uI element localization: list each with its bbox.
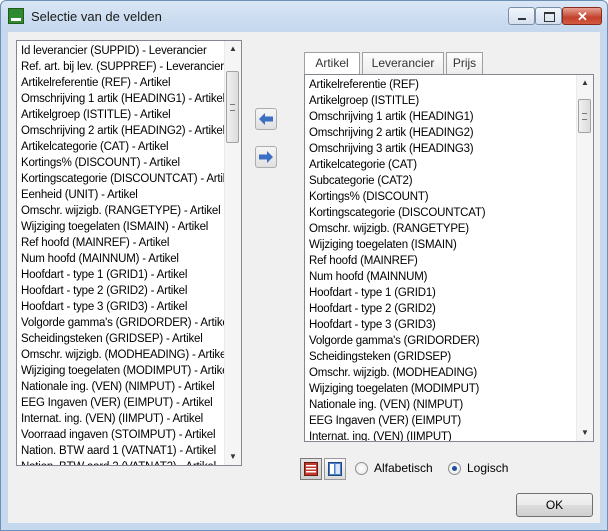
detail-view-button[interactable]: [324, 458, 346, 480]
available-fields-list[interactable]: Id leverancier (SUPPID) - Leverancier Ref…: [16, 40, 242, 466]
available-fields-scrollbar[interactable]: ▲ ▼: [224, 41, 241, 465]
list-item[interactable]: Hoofdart - type 1 (GRID1): [307, 285, 576, 301]
list-item[interactable]: Subcategorie (CAT2): [307, 173, 576, 189]
list-item[interactable]: Id leverancier (SUPPID) - Leverancier: [19, 43, 224, 59]
list-item[interactable]: Hoofdart - type 2 (GRID2): [307, 301, 576, 317]
logisch-label[interactable]: Logisch: [467, 461, 508, 475]
list-item[interactable]: Scheidingsteken (GRIDSEP): [307, 349, 576, 365]
selected-fields-list[interactable]: Artikelreferentie (REF) Artikelgroep (IST…: [304, 74, 594, 442]
minimize-button[interactable]: [508, 7, 535, 25]
available-fields-items: Id leverancier (SUPPID) - Leverancier Ref…: [19, 43, 224, 465]
list-item[interactable]: Kortings% (DISCOUNT): [307, 189, 576, 205]
list-item[interactable]: Omschrijving 3 artik (HEADING3): [307, 141, 576, 157]
list-item[interactable]: Internat. ing. (VEN) (IIMPUT): [307, 429, 576, 441]
list-view-button[interactable]: [300, 458, 322, 480]
list-item[interactable]: Ref. art. bij lev. (SUPPREF) - Leveranci…: [19, 59, 224, 75]
alfabetisch-label[interactable]: Alfabetisch: [374, 461, 433, 475]
window-title: Selectie van de velden: [31, 9, 162, 24]
dialog-body: Id leverancier (SUPPID) - Leverancier Ref…: [8, 32, 600, 523]
scroll-down-arrow-icon[interactable]: ▼: [577, 425, 593, 441]
close-button[interactable]: ✕: [562, 7, 602, 25]
list-item[interactable]: EEG Ingaven (VER) (EIMPUT) - Artikel: [19, 395, 224, 411]
scroll-thumb[interactable]: [578, 99, 591, 133]
list-item[interactable]: Kortingscategorie (DISCOUNTCAT): [307, 205, 576, 221]
list-item[interactable]: Internat. ing. (VEN) (IIMPUT) - Artikel: [19, 411, 224, 427]
selected-fields-items: Artikelreferentie (REF) Artikelgroep (IST…: [307, 77, 576, 441]
list-item[interactable]: Num hoofd (MAINNUM): [307, 269, 576, 285]
list-item[interactable]: Num hoofd (MAINNUM) - Artikel: [19, 251, 224, 267]
arrow-left-icon: [259, 113, 273, 125]
alfabetisch-radio[interactable]: [355, 462, 368, 475]
list-item[interactable]: Eenheid (UNIT) - Artikel: [19, 187, 224, 203]
list-item[interactable]: Omschr. wijzigb. (MODHEADING): [307, 365, 576, 381]
detail-view-icon: [328, 462, 342, 476]
list-item[interactable]: Scheidingsteken (GRIDSEP) - Artikel: [19, 331, 224, 347]
dialog-window: Selectie van de velden ✕ Id leverancier …: [0, 0, 608, 531]
list-item[interactable]: Voorraad ingaven (STOIMPUT) - Artikel: [19, 427, 224, 443]
list-item[interactable]: Omschrijving 2 artik (HEADING2): [307, 125, 576, 141]
list-item[interactable]: Ref hoofd (MAINREF) - Artikel: [19, 235, 224, 251]
list-item[interactable]: Nationale ing. (VEN) (NIMPUT): [307, 397, 576, 413]
list-item[interactable]: Artikelcategorie (CAT): [307, 157, 576, 173]
scroll-thumb[interactable]: [226, 71, 239, 143]
list-item[interactable]: Omschrijving 1 artik (HEADING1) - Artike…: [19, 91, 224, 107]
list-item[interactable]: Hoofdart - type 1 (GRID1) - Artikel: [19, 267, 224, 283]
list-item[interactable]: Nationale ing. (VEN) (NIMPUT) - Artikel: [19, 379, 224, 395]
list-item[interactable]: EEG Ingaven (VER) (EIMPUT): [307, 413, 576, 429]
list-item[interactable]: Artikelreferentie (REF) - Artikel: [19, 75, 224, 91]
tab-leverancier[interactable]: Leverancier: [362, 52, 444, 74]
scroll-up-arrow-icon[interactable]: ▲: [577, 75, 593, 91]
list-item[interactable]: Hoofdart - type 2 (GRID2) - Artikel: [19, 283, 224, 299]
title-bar[interactable]: Selectie van de velden ✕: [1, 1, 607, 32]
list-item[interactable]: Nation. BTW aard 2 (VATNAT2) - Artikel: [19, 459, 224, 465]
logisch-radio[interactable]: [448, 462, 461, 475]
tab-prijs[interactable]: Prijs: [446, 52, 483, 74]
list-item[interactable]: Omschr. wijzigb. (MODHEADING) - Artikel: [19, 347, 224, 363]
list-item[interactable]: Volgorde gamma's (GRIDORDER) - Artikel: [19, 315, 224, 331]
scroll-up-arrow-icon[interactable]: ▲: [225, 41, 241, 57]
list-item[interactable]: Omschrijving 1 artik (HEADING1): [307, 109, 576, 125]
scroll-down-arrow-icon[interactable]: ▼: [225, 449, 241, 465]
app-icon: [8, 8, 24, 24]
minimize-icon: [518, 18, 526, 20]
list-item[interactable]: Nation. BTW aard 1 (VATNAT1) - Artikel: [19, 443, 224, 459]
remove-field-button[interactable]: [255, 108, 277, 130]
list-item[interactable]: Artikelgroep (ISTITLE): [307, 93, 576, 109]
list-item[interactable]: Volgorde gamma's (GRIDORDER): [307, 333, 576, 349]
tab-artikel[interactable]: Artikel: [304, 52, 360, 75]
list-item[interactable]: Kortingscategorie (DISCOUNTCAT) - Artike…: [19, 171, 224, 187]
list-item[interactable]: Hoofdart - type 3 (GRID3): [307, 317, 576, 333]
selected-fields-scrollbar[interactable]: ▲ ▼: [576, 75, 593, 441]
add-field-button[interactable]: [255, 146, 277, 168]
list-item[interactable]: Artikelgroep (ISTITLE) - Artikel: [19, 107, 224, 123]
list-item[interactable]: Omschr. wijzigb. (RANGETYPE) - Artikel: [19, 203, 224, 219]
list-view-icon: [304, 462, 318, 476]
list-item[interactable]: Artikelreferentie (REF): [307, 77, 576, 93]
close-icon: ✕: [577, 9, 588, 24]
list-item[interactable]: Wijziging toegelaten (MODIMPUT): [307, 381, 576, 397]
maximize-button[interactable]: [535, 7, 562, 25]
list-item[interactable]: Artikelcategorie (CAT) - Artikel: [19, 139, 224, 155]
list-item[interactable]: Kortings% (DISCOUNT) - Artikel: [19, 155, 224, 171]
list-item[interactable]: Omschrijving 2 artik (HEADING2) - Artike…: [19, 123, 224, 139]
list-item[interactable]: Wijziging toegelaten (MODIMPUT) - Artike…: [19, 363, 224, 379]
ok-button[interactable]: OK: [516, 493, 593, 517]
arrow-right-icon: [259, 151, 273, 163]
list-item[interactable]: Omschr. wijzigb. (RANGETYPE): [307, 221, 576, 237]
list-item[interactable]: Wijziging toegelaten (ISMAIN): [307, 237, 576, 253]
list-item[interactable]: Wijziging toegelaten (ISMAIN) - Artikel: [19, 219, 224, 235]
list-item[interactable]: Ref hoofd (MAINREF): [307, 253, 576, 269]
maximize-icon: [544, 12, 555, 22]
list-item[interactable]: Hoofdart - type 3 (GRID3) - Artikel: [19, 299, 224, 315]
